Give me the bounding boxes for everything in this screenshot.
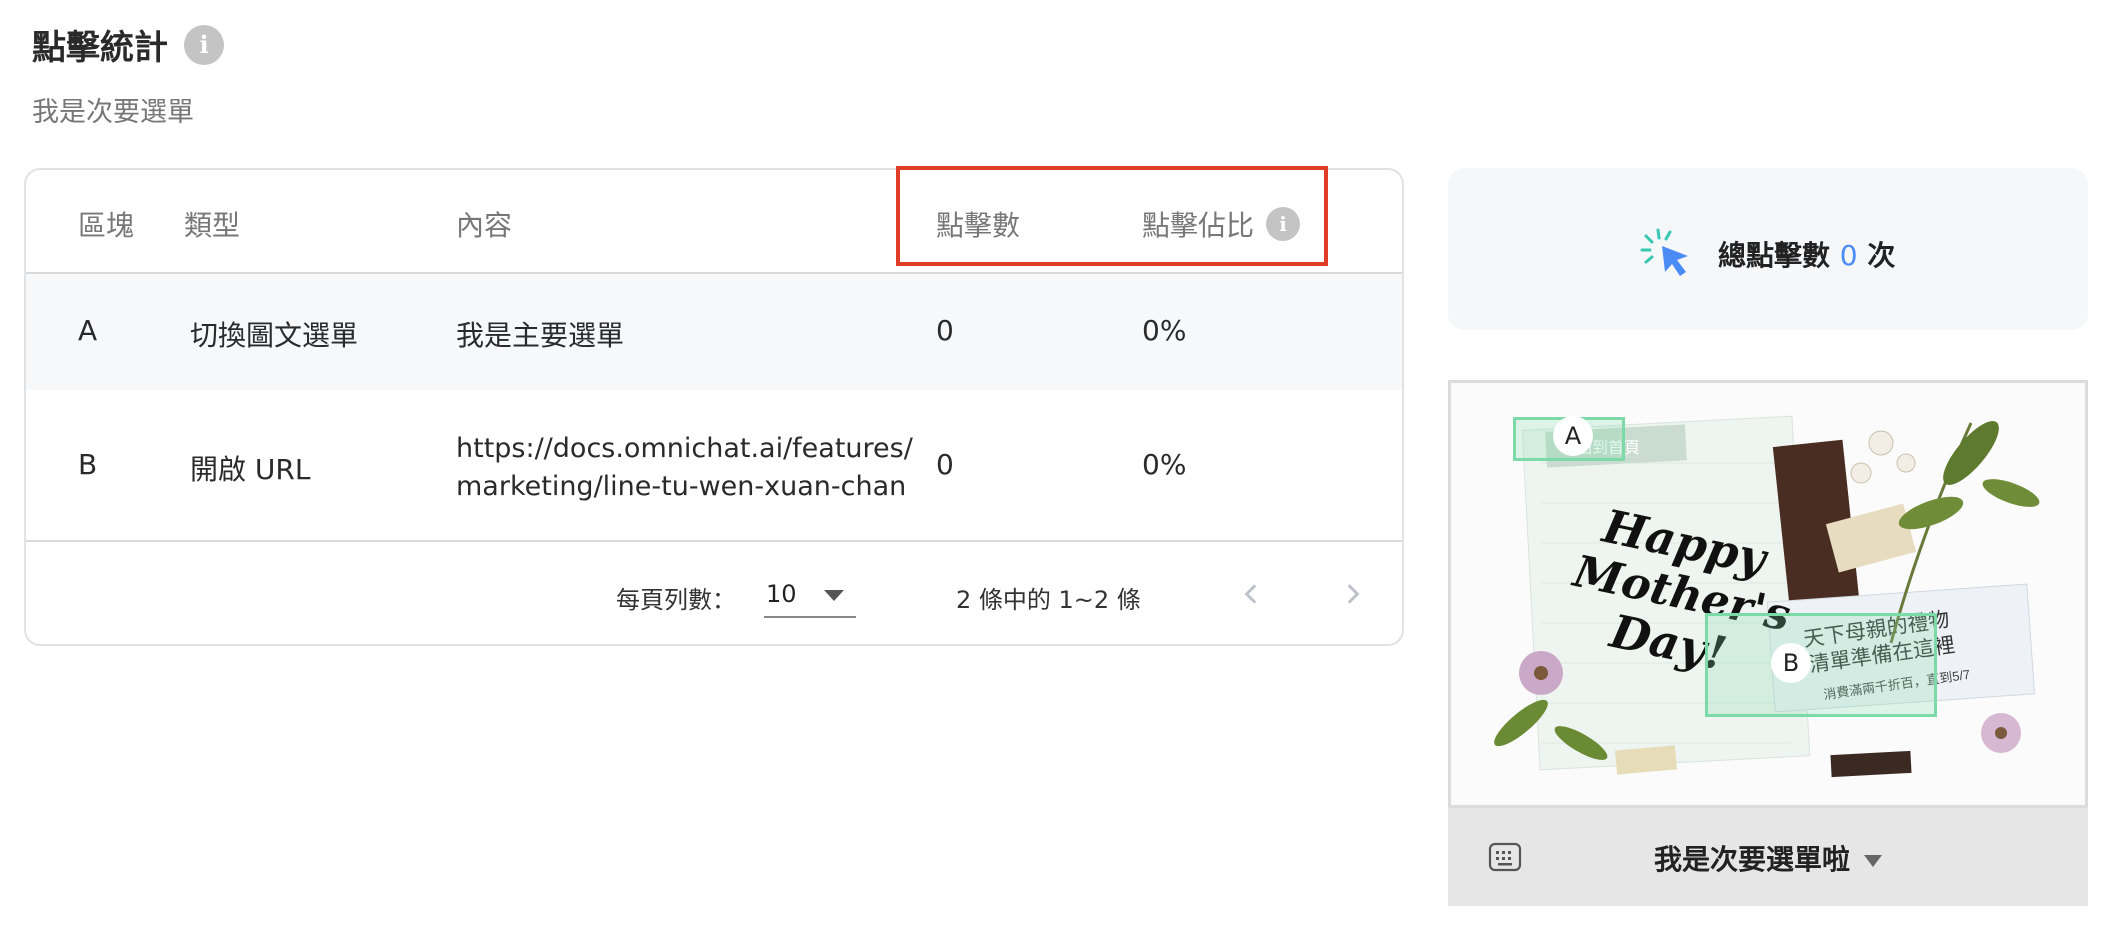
total-clicks-card: 總點擊數 0 次 bbox=[1448, 168, 2088, 330]
caret-down-icon bbox=[1864, 855, 1882, 867]
page-subtitle: 我是次要選單 bbox=[32, 97, 194, 128]
rows-per-page-value: 10 bbox=[766, 580, 797, 608]
chevron-left-icon bbox=[1244, 584, 1257, 604]
area-b-box[interactable] bbox=[1705, 613, 1937, 717]
total-clicks-label: 總點擊數 bbox=[1718, 239, 1831, 272]
cell-type: 開啟 URL bbox=[190, 453, 311, 486]
highlight-box bbox=[896, 166, 1328, 266]
cell-content: 我是主要選單 bbox=[456, 319, 625, 352]
column-header-block: 區塊 bbox=[78, 209, 135, 242]
rows-per-page-label: 每頁列數： bbox=[616, 586, 736, 614]
rich-menu-image: Happy Mother's Day! 天下母親的禮物 清單準備在這裡 消費滿兩… bbox=[1448, 380, 2088, 808]
cell-clicks: 0 bbox=[936, 448, 954, 481]
total-clicks-unit: 次 bbox=[1867, 239, 1896, 272]
caret-down-icon bbox=[824, 590, 844, 601]
cell-share: 0% bbox=[1142, 314, 1187, 347]
rich-menu-bar-text: 我是次要選單啦 bbox=[1653, 843, 1850, 876]
cell-content-line2: marketing/line-tu-wen-xuan-chan bbox=[456, 471, 907, 502]
cell-block: A bbox=[78, 314, 98, 347]
cell-clicks: 0 bbox=[936, 314, 954, 347]
rich-menu-preview: Happy Mother's Day! 天下母親的禮物 清單準備在這裡 消費滿兩… bbox=[1448, 380, 2088, 906]
cursor-click-icon bbox=[1640, 228, 1688, 276]
pagination: 每頁列數： 10 2 條中的 1~2 條 bbox=[26, 542, 1402, 644]
cell-type: 切換圖文選單 bbox=[190, 319, 359, 352]
prev-page-button[interactable] bbox=[1230, 572, 1274, 616]
rows-per-page-select[interactable]: 10 bbox=[764, 572, 856, 618]
total-clicks-text: 總點擊數 0 次 bbox=[1718, 234, 1895, 274]
column-header-content: 內容 bbox=[456, 209, 513, 242]
page-title: 點擊統計 bbox=[32, 28, 168, 68]
table-row: A 切換圖文選單 我是主要選單 0 0% bbox=[26, 274, 1402, 390]
cell-content: https://docs.omnichat.ai/features/ marke… bbox=[456, 430, 913, 506]
page-header: 點擊統計 i bbox=[32, 20, 224, 69]
info-icon[interactable]: i bbox=[184, 24, 224, 65]
column-header-type: 類型 bbox=[184, 209, 241, 242]
rich-menu-bar[interactable]: 我是次要選單啦 bbox=[1448, 808, 2088, 906]
rich-menu-bar-label: 我是次要選單啦 bbox=[1448, 838, 2088, 878]
pagination-range: 2 條中的 1~2 條 bbox=[956, 586, 1141, 614]
area-b-label: B bbox=[1771, 643, 1811, 683]
next-page-button[interactable] bbox=[1330, 572, 1374, 616]
cell-content-line1: https://docs.omnichat.ai/features/ bbox=[456, 433, 913, 464]
area-a-label: A bbox=[1553, 416, 1593, 456]
table-row: B 開啟 URL https://docs.omnichat.ai/featur… bbox=[26, 390, 1402, 542]
cell-block: B bbox=[78, 448, 98, 481]
cell-share: 0% bbox=[1142, 448, 1187, 481]
total-clicks-count: 0 bbox=[1839, 239, 1858, 272]
chevron-right-icon bbox=[1347, 584, 1360, 604]
